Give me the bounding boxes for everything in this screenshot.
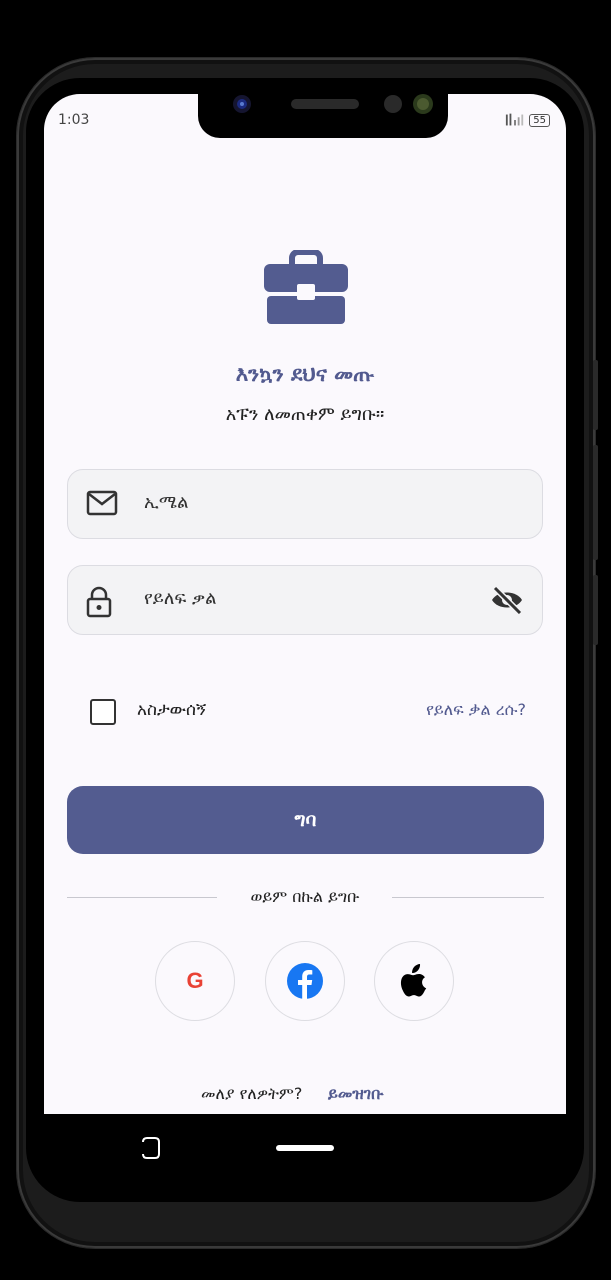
app-screen: 1:03 55 እንኳን ደህና መጡ አፑን ለመጠቀም ይግቡ። ኢሜል የ… bbox=[44, 94, 566, 1114]
apple-icon bbox=[400, 964, 427, 997]
status-icons: 55 bbox=[505, 112, 550, 128]
screen-bezel: 1:03 55 እንኳን ደህና መጡ አፑን ለመጠቀም ይግቡ። ኢሜል የ… bbox=[26, 78, 584, 1202]
mail-icon bbox=[86, 490, 118, 516]
google-icon: G bbox=[186, 968, 204, 993]
login-button[interactable]: ግባ bbox=[67, 786, 544, 854]
remember-me-label[interactable]: አስታውሰኝ bbox=[137, 700, 206, 720]
volume-button bbox=[593, 445, 598, 560]
password-placeholder: የይለፍ ቃል bbox=[144, 588, 217, 609]
battery-indicator: 55 bbox=[529, 113, 550, 127]
power-button bbox=[593, 575, 598, 645]
email-field[interactable]: ኢሜል bbox=[67, 469, 543, 539]
home-pill[interactable] bbox=[276, 1145, 334, 1151]
apple-login-button[interactable] bbox=[374, 941, 454, 1021]
welcome-subtitle: አፑን ለመጠቀም ይግቡ። bbox=[225, 404, 385, 425]
back-icon[interactable] bbox=[139, 1136, 163, 1160]
password-field[interactable]: የይለፍ ቃል bbox=[67, 565, 543, 635]
facebook-login-button[interactable] bbox=[265, 941, 345, 1021]
status-time: 1:03 bbox=[58, 112, 90, 128]
google-login-button[interactable]: G bbox=[155, 941, 235, 1021]
briefcase-icon bbox=[264, 250, 348, 324]
camera-icon bbox=[233, 94, 433, 114]
register-link[interactable]: ይመዝገቡ bbox=[328, 1084, 383, 1104]
camera-notch bbox=[198, 94, 448, 138]
signal-icon bbox=[506, 113, 524, 126]
lock-icon bbox=[86, 586, 112, 618]
forgot-password-link[interactable]: የይለፍ ቃል ረሱ? bbox=[426, 700, 526, 720]
volume-button bbox=[593, 360, 598, 430]
eye-off-icon[interactable] bbox=[490, 586, 524, 614]
remember-me-checkbox[interactable] bbox=[90, 699, 116, 725]
navigation-bar bbox=[44, 1114, 566, 1186]
facebook-icon bbox=[287, 963, 323, 999]
welcome-title: እንኳን ደህና መጡ bbox=[235, 362, 375, 386]
no-account-label: መለያ የለዎትም? bbox=[201, 1084, 303, 1103]
email-placeholder: ኢሜል bbox=[144, 492, 189, 513]
or-login-with-label: ወይም በኩል ይግቡ bbox=[250, 887, 360, 906]
